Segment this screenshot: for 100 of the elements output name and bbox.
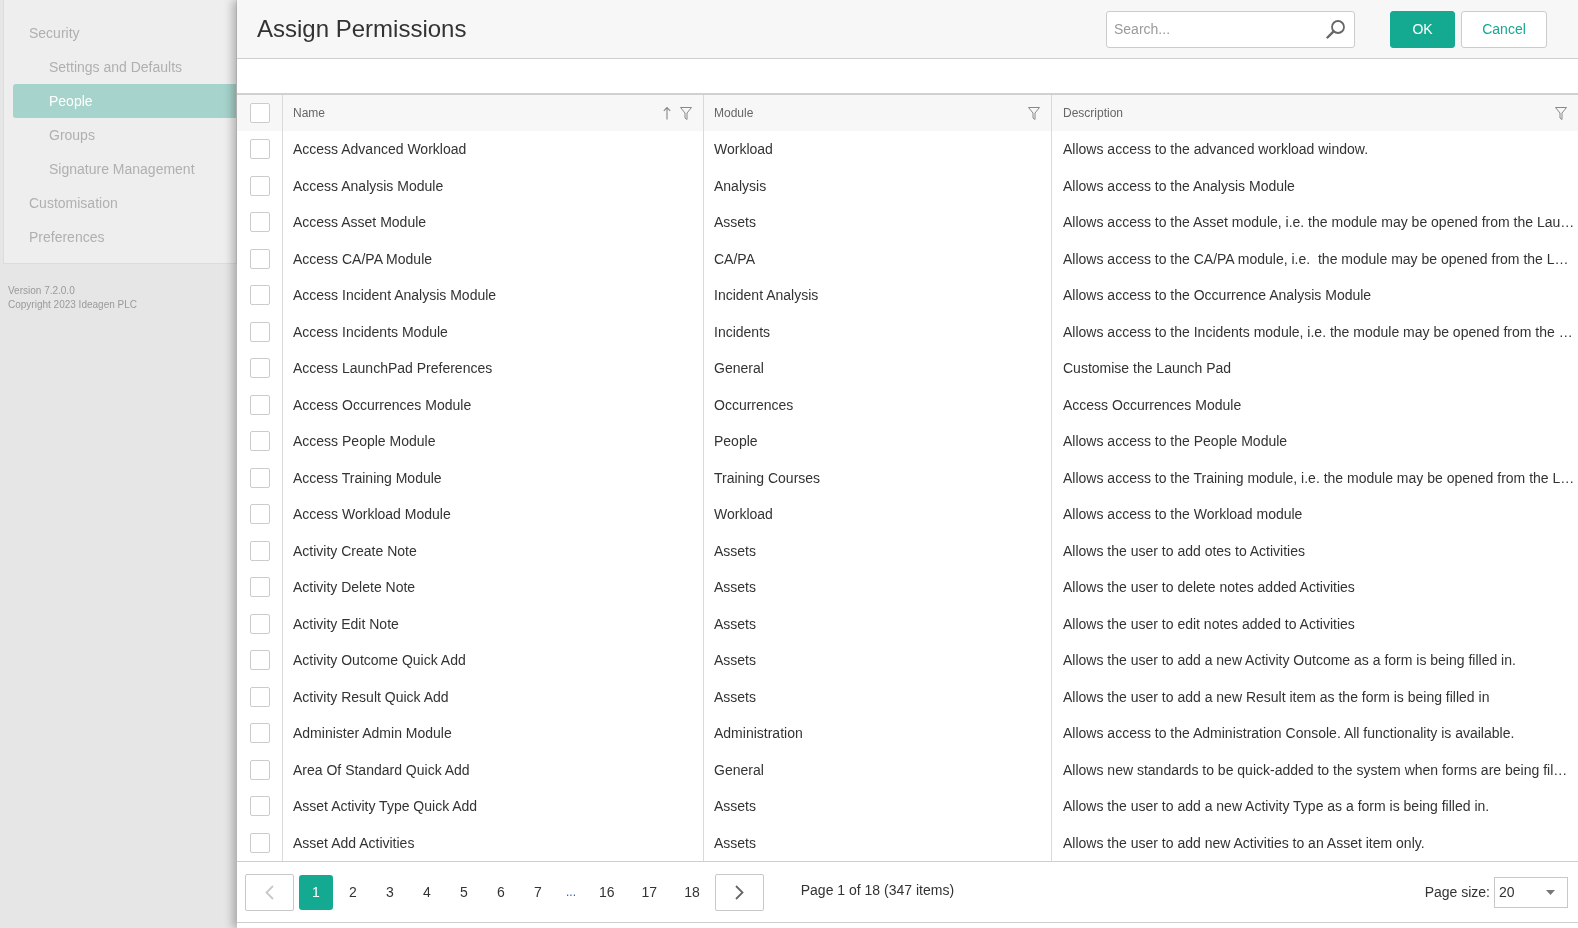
column-header[interactable]: Name <box>293 106 325 120</box>
table-cell-text: Allows new standards to be quick-added to the system when forms are being fil… <box>1062 760 1569 780</box>
table-cell-text: Allows access to the Asset module, i.e. the module may be opened from the Lau… <box>1062 213 1576 233</box>
table-cell: Assets <box>704 824 1052 861</box>
page-size-select[interactable]: 20 <box>1494 876 1568 908</box>
table-cell: Workload <box>704 496 1052 533</box>
next-page-button[interactable] <box>714 873 764 911</box>
page-button[interactable]: 5 <box>447 874 481 910</box>
table-cell: Activity Result Quick Add <box>283 678 704 715</box>
table-cell-text: Allows access to the Occurrence Analysis Module <box>1062 286 1373 306</box>
checkbox[interactable] <box>249 686 270 707</box>
table-cell: Access Incidents Module <box>283 313 704 350</box>
checkbox[interactable] <box>249 540 270 561</box>
table-cell: Administration <box>704 715 1052 752</box>
filter-icon[interactable] <box>1555 106 1567 120</box>
filter-icon[interactable] <box>680 106 692 120</box>
table-cell-text: Allows access to the Administration Console. All functionality is available. <box>1062 724 1516 744</box>
table-cell-text: Allows access to the CA/PA module, i.e. the module may be opened from the L… <box>1062 249 1570 269</box>
table-cell: Incidents <box>704 313 1052 350</box>
table-cell-text: Allows access to the advanced workload window. <box>1062 140 1370 160</box>
table-cell: Access Advanced Workload <box>283 131 704 168</box>
page-button[interactable]: 2 <box>336 874 370 910</box>
column-header[interactable]: Module <box>714 106 754 120</box>
checkbox[interactable] <box>249 431 270 452</box>
checkbox[interactable] <box>249 358 270 379</box>
page-button[interactable]: 18 <box>672 874 712 910</box>
table-cell: General <box>704 350 1052 387</box>
table-cell: Administer Admin Module <box>283 715 704 752</box>
chevron-right-icon <box>734 884 744 900</box>
checkbox[interactable] <box>249 504 270 525</box>
checkbox[interactable] <box>249 796 270 817</box>
checkbox[interactable] <box>249 467 270 488</box>
search-field[interactable]: Search... <box>1106 10 1355 48</box>
checkbox[interactable] <box>249 723 270 744</box>
checkbox[interactable] <box>249 285 270 306</box>
filter-icon[interactable] <box>1028 106 1040 120</box>
table-cell: Access People Module <box>283 423 704 460</box>
checkbox[interactable] <box>249 248 270 269</box>
table-cell: Access Occurrences Module <box>283 386 704 423</box>
page-button[interactable]: 1 <box>299 874 333 910</box>
arrow-up-icon[interactable] <box>663 106 671 120</box>
checkbox[interactable] <box>249 577 270 598</box>
checkbox[interactable] <box>249 759 270 780</box>
table-cell: Assets <box>704 642 1052 679</box>
table-cell: General <box>704 751 1052 788</box>
page-button[interactable]: 17 <box>629 874 670 910</box>
checkbox[interactable] <box>249 650 270 671</box>
page-button[interactable]: 3 <box>373 874 407 910</box>
table-cell-text: Allows the user to edit notes added to Activities <box>1062 614 1356 634</box>
caret-icon <box>1546 889 1555 895</box>
search-icon[interactable] <box>1326 18 1346 39</box>
table-cell: Analysis <box>704 167 1052 204</box>
table-cell-text: Allows the user to add a new Activity Type as a form is being filled in. <box>1062 797 1491 817</box>
table-cell: Access LaunchPad Preferences <box>283 350 704 387</box>
dialog-title: Assign Permissions <box>257 15 468 43</box>
version-text: Version 7.2.0.0 <box>7 284 75 298</box>
ok-button[interactable]: OK <box>1390 10 1455 48</box>
table-cell: People <box>704 423 1052 460</box>
table-cell: CA/PA <box>704 240 1052 277</box>
chevron-left-icon <box>265 884 274 900</box>
table-cell-text: Access Occurrences Module <box>1062 395 1243 415</box>
table-cell: Assets <box>704 204 1052 241</box>
checkbox[interactable] <box>249 394 270 415</box>
table-cell-text: Customise the Launch Pad <box>1062 359 1233 379</box>
checkbox[interactable] <box>249 139 270 160</box>
column-header[interactable]: Description <box>1063 106 1124 120</box>
checkbox[interactable] <box>249 212 270 233</box>
table-cell: Incident Analysis <box>704 277 1052 314</box>
page-button[interactable]: 4 <box>410 874 444 910</box>
table-cell: Activity Outcome Quick Add <box>283 642 704 679</box>
page-button[interactable]: 7 <box>521 874 555 910</box>
page-button[interactable]: 6 <box>484 874 518 910</box>
table-cell-text: Allows access to the Workload module <box>1062 505 1304 525</box>
checkbox[interactable] <box>249 832 270 853</box>
copyright-text: Copyright 2023 Ideagen PLC <box>7 298 137 312</box>
table-cell-text: Allows the user to delete notes added Activities <box>1062 578 1356 598</box>
table-cell-text: Allows the user to add new Activities to an Asset item only. <box>1062 833 1426 853</box>
table-cell: Assets <box>704 678 1052 715</box>
table-cell-text: Allows access to the Training module, i.e. the module may be opened from the L… <box>1062 468 1576 488</box>
table-cell: Access Incident Analysis Module <box>283 277 704 314</box>
checkbox[interactable] <box>249 103 270 123</box>
more-pages-button[interactable]: ... <box>558 874 584 910</box>
table-cell: Assets <box>704 569 1052 606</box>
table-cell: Access CA/PA Module <box>283 240 704 277</box>
table-cell-text: Allows access to the Incidents module, i.e. the module may be opened from the … <box>1062 322 1574 342</box>
table-cell-text: Allows access to the Analysis Module <box>1062 176 1296 196</box>
checkbox[interactable] <box>249 321 270 342</box>
table-cell: Area Of Standard Quick Add <box>283 751 704 788</box>
table-cell: Activity Create Note <box>283 532 704 569</box>
table-cell: Training Courses <box>704 459 1052 496</box>
page-button[interactable]: 16 <box>587 874 627 910</box>
table-cell: Access Training Module <box>283 459 704 496</box>
checkbox[interactable] <box>249 613 270 634</box>
table-cell: Access Analysis Module <box>283 167 704 204</box>
cancel-button[interactable]: Cancel <box>1461 10 1547 48</box>
table-cell-text: Allows access to the People Module <box>1062 432 1289 452</box>
table-cell: Access Workload Module <box>283 496 704 533</box>
table-cell: Activity Edit Note <box>283 605 704 642</box>
checkbox[interactable] <box>249 175 270 196</box>
table-cell: Assets <box>704 788 1052 825</box>
